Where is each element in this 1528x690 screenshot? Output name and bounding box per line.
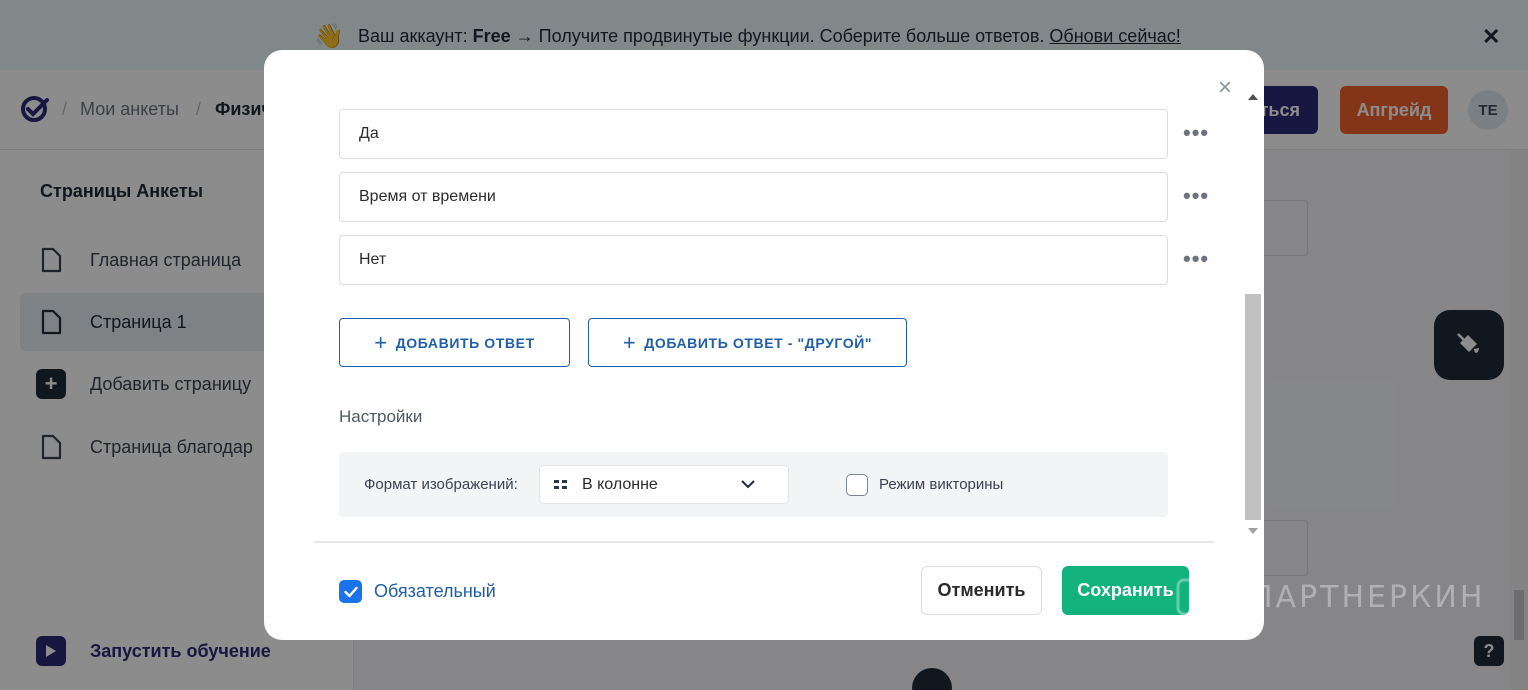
question-edit-modal: × Да ••• Время от времени ••• Нет ••• + Д… bbox=[264, 50, 1264, 640]
more-options-icon[interactable]: ••• bbox=[1183, 185, 1209, 207]
answer-input[interactable]: Нет bbox=[339, 235, 1168, 285]
checkmark-icon bbox=[343, 586, 358, 597]
plus-icon: + bbox=[622, 329, 637, 355]
settings-title: Настройки bbox=[339, 407, 423, 426]
cancel-button[interactable]: Отменить bbox=[921, 566, 1042, 615]
watermark-logo-icon bbox=[1176, 578, 1234, 641]
answer-text: Да bbox=[359, 125, 379, 142]
scroll-down-arrow-icon[interactable] bbox=[1248, 528, 1258, 534]
cancel-label: Отменить bbox=[937, 580, 1026, 600]
add-answer-button[interactable]: + ДОБАВИТЬ ОТВЕТ bbox=[339, 318, 570, 367]
close-icon[interactable]: × bbox=[1218, 76, 1232, 100]
more-options-icon[interactable]: ••• bbox=[1183, 248, 1209, 270]
scroll-up-arrow-icon[interactable] bbox=[1248, 94, 1258, 100]
settings-panel: Формат изображений: В колонне Режим викт… bbox=[339, 452, 1168, 517]
required-label[interactable]: Обязательный bbox=[374, 581, 496, 602]
answer-text: Время от времени bbox=[359, 188, 496, 205]
chevron-down-icon bbox=[741, 480, 755, 489]
watermark-text: ПАРТНЕРКИН bbox=[1250, 580, 1486, 615]
add-other-answer-label: ДОБАВИТЬ ОТВЕТ - "ДРУГОЙ" bbox=[644, 334, 873, 351]
watermark: ПАРТНЕРКИН bbox=[1174, 574, 1482, 643]
save-button[interactable]: Сохранить bbox=[1062, 566, 1189, 615]
answer-input[interactable]: Да bbox=[339, 109, 1168, 159]
quiz-mode-checkbox[interactable] bbox=[846, 474, 868, 496]
answer-text: Нет bbox=[359, 251, 387, 268]
footer-divider bbox=[314, 541, 1214, 543]
quiz-mode-label[interactable]: Режим викторины bbox=[879, 476, 1003, 493]
add-answer-label: ДОБАВИТЬ ОТВЕТ bbox=[395, 334, 535, 351]
image-format-value: В колонне bbox=[582, 476, 658, 493]
image-format-label: Формат изображений: bbox=[364, 476, 518, 493]
image-format-select[interactable]: В колонне bbox=[539, 465, 789, 504]
answer-input[interactable]: Время от времени bbox=[339, 172, 1168, 222]
modal-scrollbar-thumb[interactable] bbox=[1245, 294, 1261, 520]
more-options-icon[interactable]: ••• bbox=[1183, 122, 1209, 144]
columns-icon bbox=[554, 480, 567, 489]
add-other-answer-button[interactable]: + ДОБАВИТЬ ОТВЕТ - "ДРУГОЙ" bbox=[588, 318, 907, 367]
plus-icon: + bbox=[374, 329, 388, 355]
required-checkbox[interactable] bbox=[339, 580, 362, 603]
modal-scrollbar[interactable] bbox=[1244, 90, 1262, 540]
save-label: Сохранить bbox=[1077, 580, 1174, 600]
